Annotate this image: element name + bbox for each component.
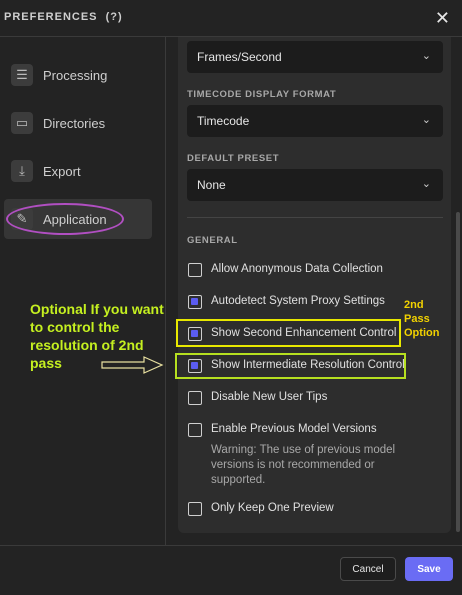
dialog-header: PREFERENCES (?) ✕ [0,0,462,36]
checkbox[interactable] [188,391,202,405]
option-previous-models[interactable]: Enable Previous Model Versions [188,423,377,437]
preset-value: None [197,178,226,192]
timecode-label: TIMECODE DISPLAY FORMAT [187,89,337,100]
scrollbar[interactable] [456,212,460,532]
close-icon[interactable]: ✕ [435,8,450,29]
highlight-box-yellow [176,319,401,347]
annotation-line: 2nd [404,299,424,311]
annotation-right-text: 2nd Pass Option [404,298,439,340]
option-label: Only Keep One Preview [211,502,334,514]
settings-panel: Frames/Second ⌄ TIMECODE DISPLAY FORMAT … [178,37,451,533]
option-label: Disable New User Tips [211,391,328,403]
sliders-icon: ☰ [11,64,33,86]
checkbox[interactable] [188,295,202,309]
sidebar-item-export[interactable]: ⤓ Export [4,151,152,191]
chevron-down-icon: ⌄ [421,178,431,190]
timecode-select[interactable]: Timecode ⌄ [187,105,443,137]
dialog-title: PREFERENCES (?) [4,11,123,23]
general-label: GENERAL [187,235,238,246]
sidebar-item-processing[interactable]: ☰ Processing [4,55,152,95]
annotation-line: Pass [404,313,430,325]
option-disable-tips[interactable]: Disable New User Tips [188,391,327,405]
download-icon: ⤓ [11,160,33,182]
annotation-line: Option [404,327,440,339]
sidebar-item-label: Processing [43,67,108,83]
sidebar: ☰ Processing ▭ Directories ⤓ Export ✎ Ap… [0,37,165,545]
help-link[interactable]: (?) [106,11,123,23]
checkbox[interactable] [188,263,202,277]
option-proxy-settings[interactable]: Autodetect System Proxy Settings [188,295,385,309]
option-label: Allow Anonymous Data Collection [211,263,383,275]
option-label: Enable Previous Model Versions [211,423,377,435]
sidebar-item-label: Export [43,163,81,179]
section-divider [187,217,443,218]
sidebar-item-label: Directories [43,115,106,131]
option-anonymous-data[interactable]: Allow Anonymous Data Collection [188,263,383,277]
arrow-icon [101,356,164,374]
option-one-preview[interactable]: Only Keep One Preview [188,502,334,516]
title-text: PREFERENCES [4,11,98,23]
save-button[interactable]: Save [405,557,453,581]
timecode-value: Timecode [197,114,250,128]
frame-rate-value: Frames/Second [197,50,282,64]
preset-label: DEFAULT PRESET [187,153,280,164]
footer-divider [0,545,462,546]
folder-icon: ▭ [11,112,33,134]
sidebar-item-directories[interactable]: ▭ Directories [4,103,152,143]
preset-select[interactable]: None ⌄ [187,169,443,201]
annotation-ellipse [6,203,124,235]
checkbox[interactable] [188,502,202,516]
highlight-box-green [175,353,406,379]
previous-models-warning: Warning: The use of previous model versi… [211,444,396,486]
chevron-down-icon: ⌄ [421,114,431,126]
cancel-button[interactable]: Cancel [340,557,396,581]
chevron-down-icon: ⌄ [421,50,431,62]
option-label: Autodetect System Proxy Settings [211,295,385,307]
main-panel: Frames/Second ⌄ TIMECODE DISPLAY FORMAT … [166,37,462,545]
checkbox[interactable] [188,423,202,437]
frame-rate-select[interactable]: Frames/Second ⌄ [187,41,443,73]
